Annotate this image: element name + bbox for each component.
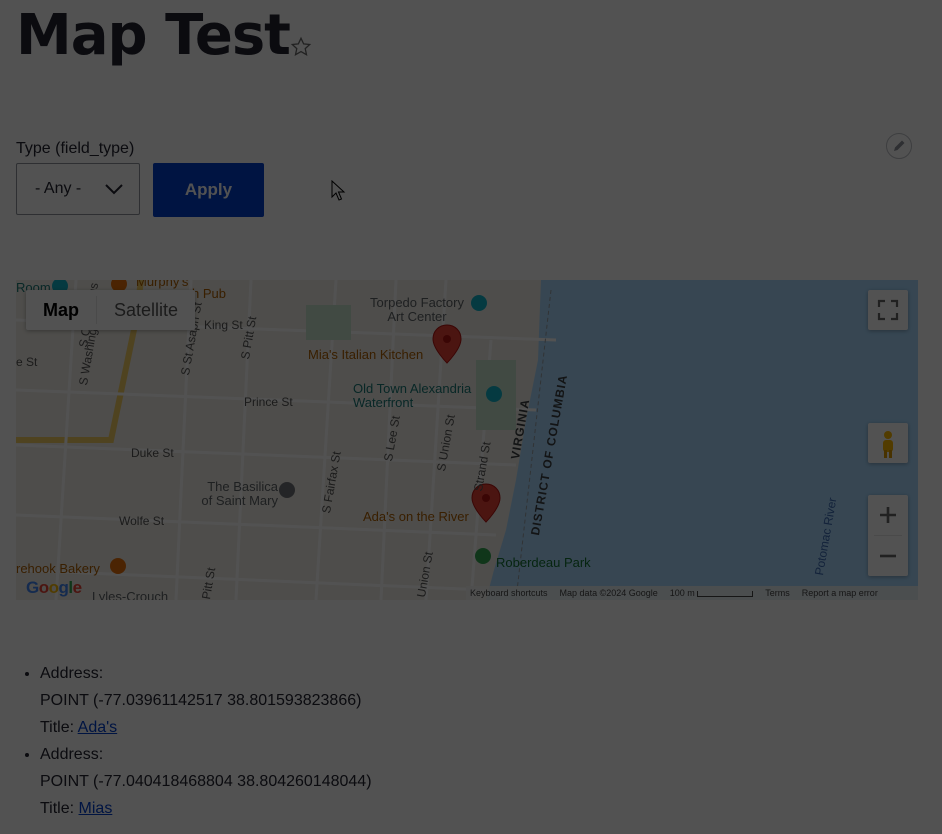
pegman-icon (883, 431, 893, 458)
park-area (306, 305, 351, 340)
map-type-control[interactable]: Map Satellite (26, 290, 196, 330)
terms-link[interactable]: Terms (765, 588, 790, 598)
address-point: POINT (-77.040418468804 38.804260148044) (40, 773, 372, 790)
poi-murphys: Murphy's (136, 280, 189, 289)
title-label: Title: (40, 800, 75, 817)
star-outline-icon[interactable] (290, 36, 312, 58)
apply-button[interactable]: Apply (153, 163, 264, 217)
zoom-in-button[interactable] (868, 495, 908, 535)
poi-pub: h Pub (192, 286, 226, 301)
poi-roberdeau-park[interactable]: Roberdeau Park (496, 555, 591, 570)
address-label: Address: (40, 665, 104, 682)
park-icon (475, 548, 491, 564)
map-type-satellite-button[interactable]: Satellite (97, 290, 195, 330)
chevron-down-icon (105, 184, 123, 195)
page-title: Map Test (16, 3, 291, 68)
street-label: Duke St (131, 446, 174, 460)
google-logo[interactable]: Google (26, 578, 82, 598)
poi-lyles-crouch: Lyles-Crouch (92, 589, 169, 600)
results-list: Address: POINT (-77.03961142517 38.80159… (16, 660, 372, 822)
poi-bakery[interactable]: rehook Bakery (16, 561, 100, 576)
poi-torpedo-factory[interactable]: Torpedo Factory Art Center (362, 296, 472, 324)
scale-text: 100 m (669, 588, 695, 598)
type-select-value: - Any - (35, 180, 82, 197)
list-item: Address: POINT (-77.040418468804 38.8042… (40, 741, 372, 822)
poi-waterfront[interactable]: Old Town Alexandria Waterfront (353, 382, 493, 410)
map-type-map-button[interactable]: Map (26, 290, 96, 330)
street-label: Prince St (244, 395, 293, 409)
address-label: Address: (40, 746, 104, 763)
scale-bar[interactable]: 100 m (670, 588, 754, 598)
title-link[interactable]: Mias (79, 800, 113, 817)
street-view-pegman-button[interactable] (868, 423, 908, 463)
zoom-control[interactable] (868, 495, 908, 576)
fullscreen-icon (877, 299, 899, 321)
keyboard-shortcuts-link[interactable]: Keyboard shortcuts (470, 588, 548, 598)
zoom-out-button[interactable] (868, 536, 908, 576)
type-select[interactable]: - Any - (16, 163, 140, 215)
address-point: POINT (-77.03961142517 38.801593823866) (40, 692, 362, 709)
church-icon (279, 482, 295, 498)
street-label: Wolfe St (119, 514, 165, 528)
poi-adas[interactable]: Ada's on the River (363, 509, 469, 524)
map-widget[interactable]: King St Prince St Duke St Wolfe St S Was… (16, 280, 918, 600)
page: Map Test Type (field_type) - Any - Apply (0, 0, 942, 834)
list-item: Address: POINT (-77.03961142517 38.80159… (40, 660, 372, 741)
poi-basilica[interactable]: The Basilica of Saint Mary (198, 480, 278, 508)
filter-type-label: Type (field_type) (16, 140, 135, 157)
mouse-cursor-icon (331, 180, 346, 201)
title-label: Title: (40, 719, 75, 736)
street-label: King St (204, 318, 243, 332)
street-label: e St (16, 355, 38, 369)
museum-icon (471, 295, 487, 311)
report-error-link[interactable]: Report a map error (802, 588, 878, 598)
fullscreen-button[interactable] (868, 290, 908, 330)
poi-mias[interactable]: Mia's Italian Kitchen (308, 347, 423, 362)
title-link[interactable]: Ada's (78, 719, 118, 736)
map-data-text: Map data ©2024 Google (559, 588, 658, 598)
bakery-icon (110, 558, 126, 574)
map-attribution-bar: Keyboard shortcuts Map data ©2024 Google… (466, 586, 918, 600)
edit-pencil-icon[interactable] (886, 133, 912, 159)
